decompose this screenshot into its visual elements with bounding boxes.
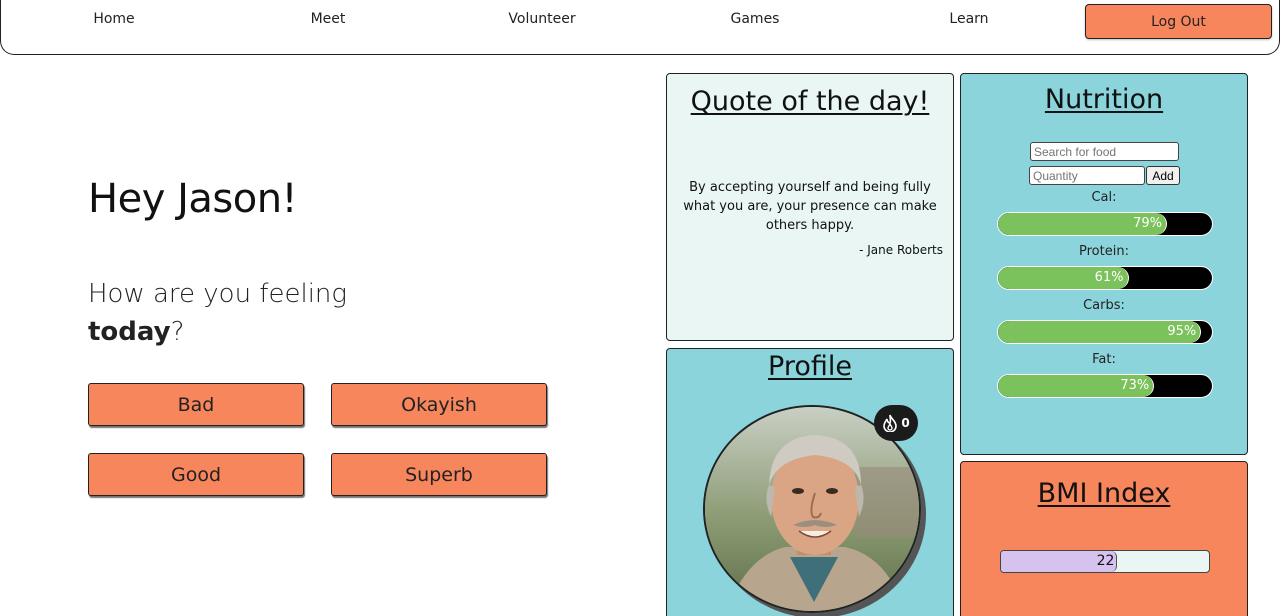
fat-progress-bar: 73%	[997, 374, 1213, 398]
quote-author: - Jane Roberts	[859, 243, 943, 257]
cal-progress-fill: 79%	[998, 213, 1168, 235]
nav-games-link[interactable]: Games	[731, 11, 780, 27]
quantity-input[interactable]	[1029, 166, 1145, 185]
profile-title: Profile	[768, 351, 852, 382]
carbs-progress-bar: 95%	[997, 320, 1213, 344]
feeling-bold: today	[88, 317, 171, 347]
quote-title: Quote of the day!	[690, 86, 930, 117]
bmi-progress-bar: 22	[1000, 550, 1210, 573]
top-nav: Home Meet Volunteer Games Learn Log Out	[0, 0, 1280, 55]
cal-label: Cal:	[1091, 190, 1117, 205]
food-search-input[interactable]	[1030, 142, 1179, 161]
protein-progress-bar: 61%	[997, 266, 1213, 290]
feeling-suffix: ?	[170, 317, 185, 347]
greeting-heading: Hey Jason!	[88, 176, 298, 222]
bmi-title: BMI Index	[1037, 478, 1171, 509]
bmi-progress-fill: 22	[1001, 551, 1118, 572]
feeling-question: How are you feeling today?	[88, 275, 408, 351]
streak-count: 0	[901, 416, 910, 430]
protein-label: Protein:	[1079, 244, 1129, 259]
bmi-card: BMI Index 22	[960, 461, 1248, 616]
cal-progress-bar: 79%	[997, 212, 1213, 236]
nav-home-link[interactable]: Home	[93, 11, 134, 27]
quote-card: Quote of the day! By accepting yourself …	[666, 73, 954, 341]
feeling-prefix: How are you feeling	[88, 279, 348, 309]
nav-learn-link[interactable]: Learn	[949, 11, 988, 27]
nutrition-title: Nutrition	[1044, 84, 1164, 115]
profile-card: Profile 0	[666, 348, 954, 616]
mood-okayish-button[interactable]: Okayish	[331, 383, 547, 426]
flame-icon	[883, 414, 898, 432]
fat-label: Fat:	[1092, 352, 1116, 367]
mood-good-button[interactable]: Good	[88, 453, 304, 496]
carbs-progress-fill: 95%	[998, 321, 1202, 343]
mood-superb-button[interactable]: Superb	[331, 453, 547, 496]
add-food-button[interactable]: Add	[1146, 166, 1180, 185]
nutrition-card: Nutrition Add Cal: 79% Protein: 61% Carb…	[960, 73, 1248, 455]
fat-progress-fill: 73%	[998, 375, 1155, 397]
quote-text: By accepting yourself and being fully wh…	[683, 180, 937, 233]
mood-bad-button[interactable]: Bad	[88, 383, 304, 426]
carbs-label: Carbs:	[1083, 298, 1125, 313]
logout-button[interactable]: Log Out	[1085, 4, 1272, 39]
nav-volunteer-link[interactable]: Volunteer	[508, 11, 575, 27]
protein-progress-fill: 61%	[998, 267, 1129, 289]
streak-badge: 0	[874, 405, 918, 441]
nav-meet-link[interactable]: Meet	[311, 11, 346, 27]
